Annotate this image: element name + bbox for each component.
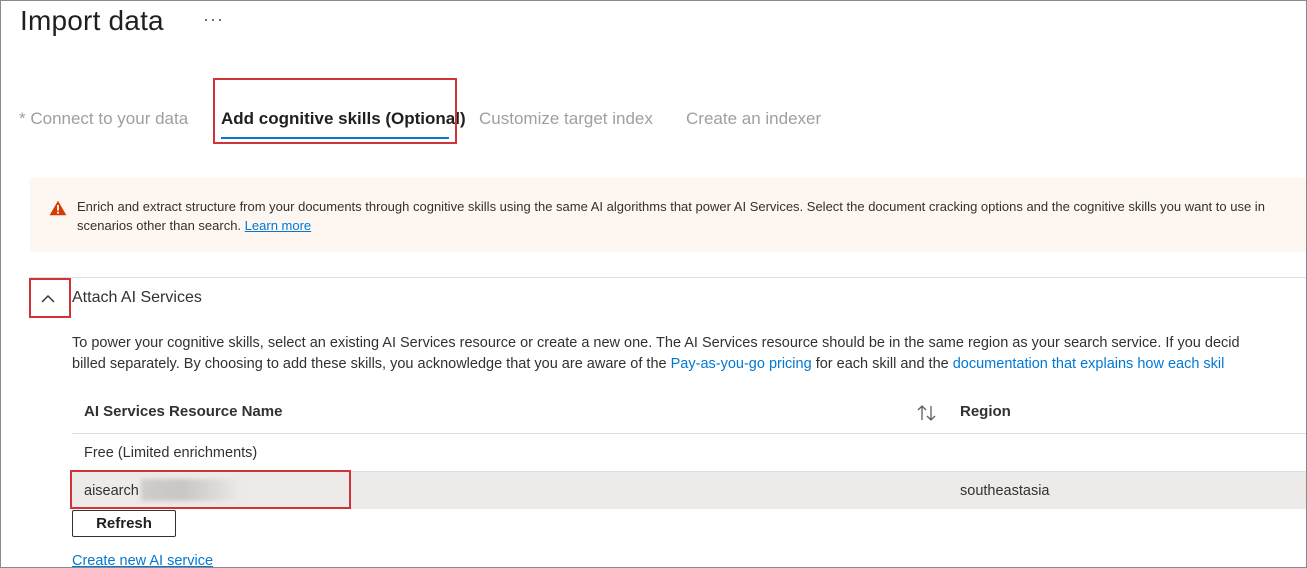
section-title: Attach AI Services: [72, 289, 202, 306]
warning-icon: [49, 200, 67, 216]
import-data-blade: Import data ··· * Connect to your data A…: [0, 0, 1307, 568]
pay-as-you-go-link[interactable]: Pay-as-you-go pricing: [671, 356, 812, 372]
create-new-ai-service-link[interactable]: Create new AI service: [72, 553, 213, 567]
desc-text-2: billed separately. By choosing to add th…: [72, 356, 667, 372]
highlight-box-chevron: [29, 278, 71, 318]
region-cell: southeastasia: [960, 483, 1050, 499]
info-banner: Enrich and extract structure from your d…: [30, 178, 1306, 252]
tab-create-an-indexer[interactable]: Create an indexer: [686, 109, 821, 129]
documentation-link[interactable]: documentation that explains how each ski…: [953, 356, 1225, 372]
header-divider: [72, 433, 1306, 434]
column-header-region[interactable]: Region: [960, 403, 1011, 420]
section-description: To power your cognitive skills, select a…: [72, 333, 1306, 375]
tab-connect-to-your-data[interactable]: * Connect to your data: [19, 109, 188, 129]
desc-text-3: for each skill and the: [815, 356, 949, 372]
column-header-resource-name[interactable]: AI Services Resource Name: [84, 403, 282, 420]
learn-more-link[interactable]: Learn more: [245, 218, 311, 233]
tab-customize-target-index[interactable]: Customize target index: [479, 109, 653, 129]
refresh-button[interactable]: Refresh: [72, 510, 176, 537]
table-row-free[interactable]: Free (Limited enrichments): [84, 445, 257, 461]
more-options-button[interactable]: ···: [203, 9, 224, 30]
banner-message: Enrich and extract structure from your d…: [77, 197, 1306, 235]
highlight-box-row: [70, 470, 351, 509]
highlight-box-tab: [213, 78, 457, 144]
sort-icon[interactable]: [915, 403, 939, 423]
desc-text-1: To power your cognitive skills, select a…: [72, 335, 1240, 351]
page-title: Import data: [20, 5, 164, 36]
section-divider: [30, 277, 1306, 278]
